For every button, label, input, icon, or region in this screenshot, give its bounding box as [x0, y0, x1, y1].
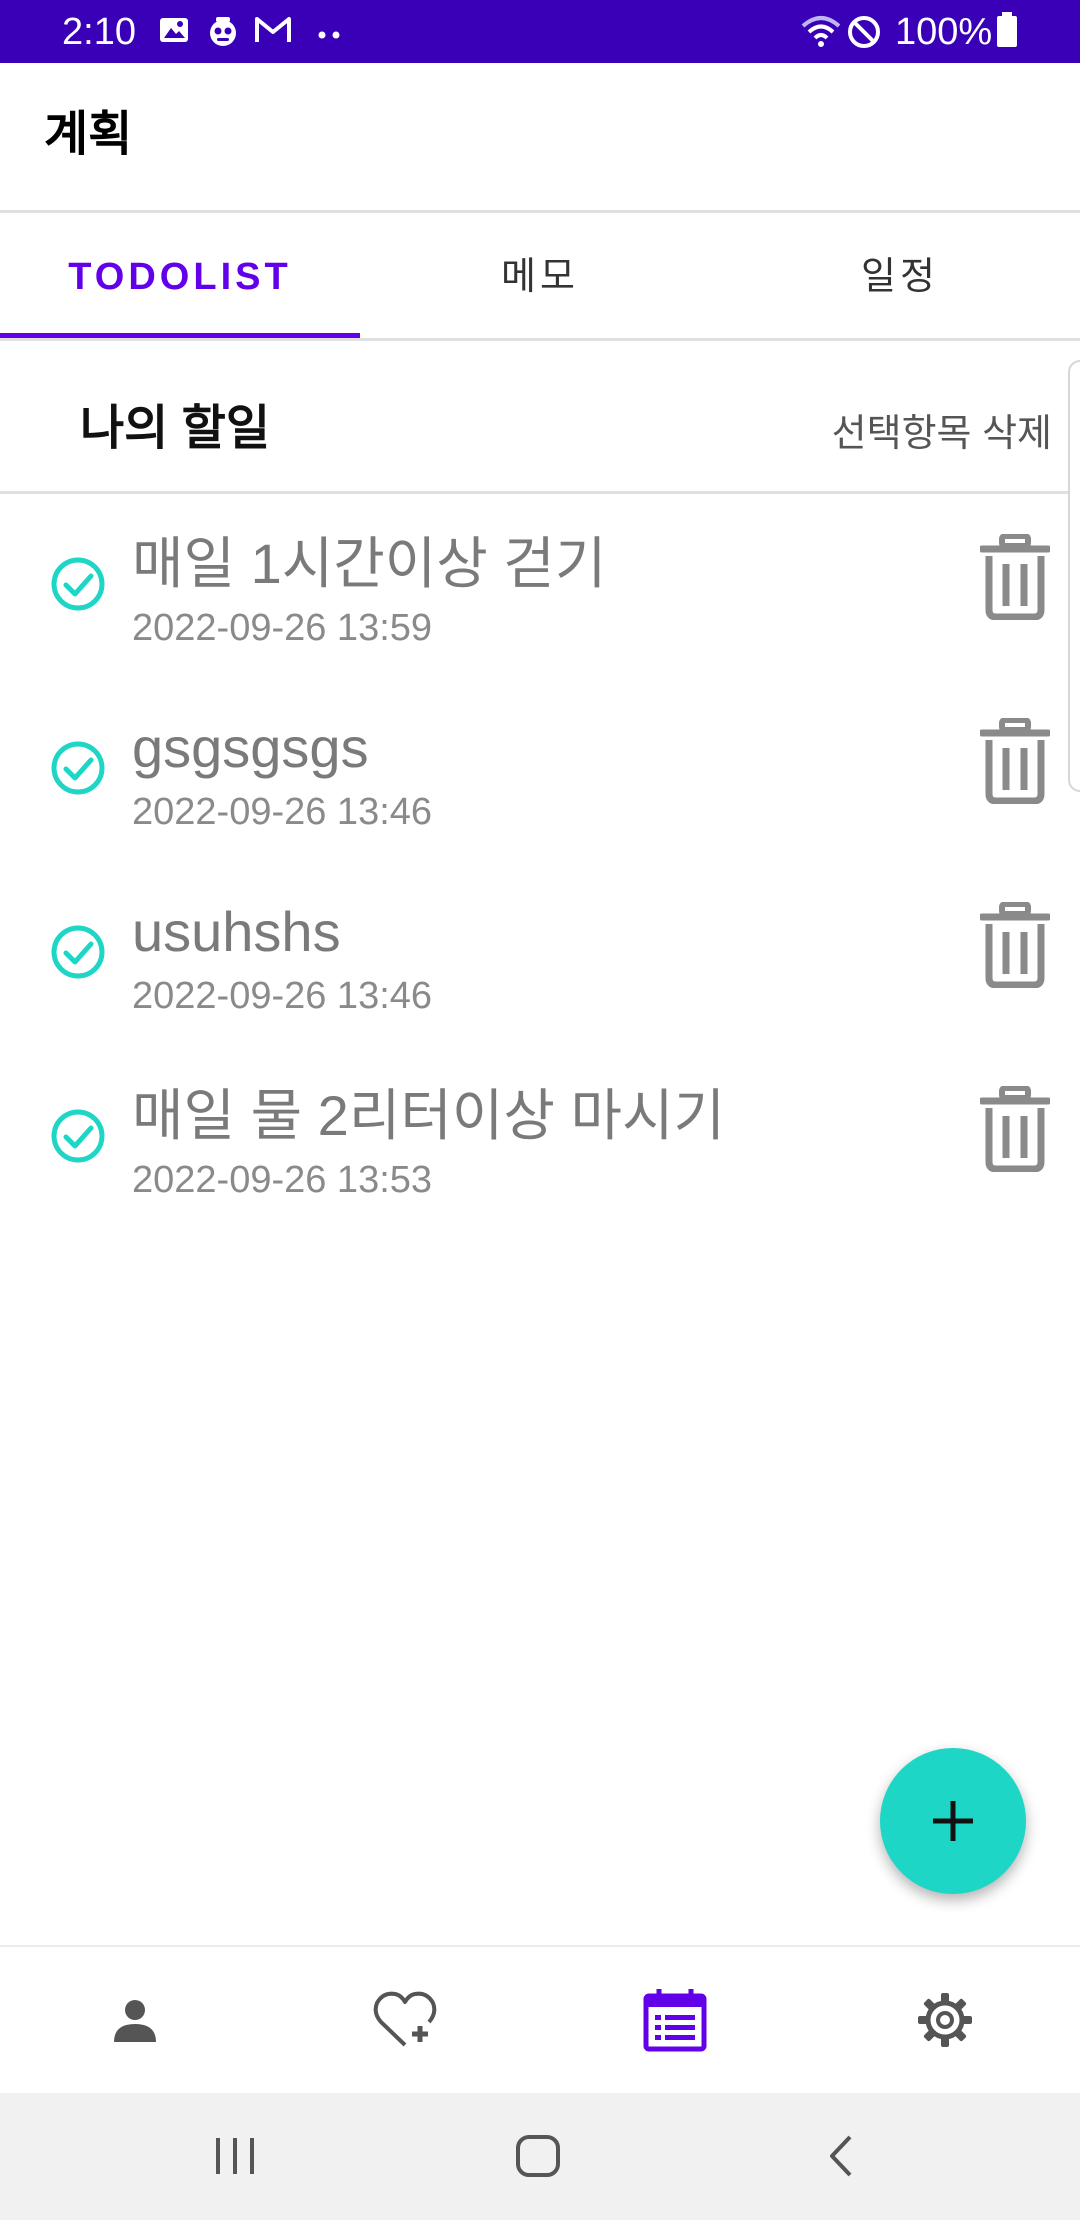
app-bar: 계획: [0, 63, 1080, 210]
todo-date: 2022-09-26 13:53: [132, 1159, 433, 1201]
gear-icon: [918, 1993, 972, 2047]
list-item[interactable]: 매일 1시간이상 걷기 2022-09-26 13:59: [0, 494, 1080, 678]
trash-icon[interactable]: [980, 902, 1050, 988]
page-title: 계획: [44, 108, 133, 161]
system-nav-bar: [0, 2093, 1080, 2220]
heart-plus-icon: [373, 1991, 437, 2047]
recent-apps-button[interactable]: [213, 2131, 257, 2186]
trash-icon[interactable]: [980, 1086, 1050, 1172]
check-circle-icon[interactable]: [50, 556, 106, 612]
nav-health[interactable]: [270, 1947, 540, 2093]
status-time: 2:10: [62, 11, 136, 53]
battery-icon: [996, 12, 1018, 53]
list-item[interactable]: 매일 물 2리터이상 마시기 2022-09-26 13:53: [0, 1046, 1080, 1230]
list-item[interactable]: usuhshs 2022-09-26 13:46: [0, 862, 1080, 1046]
nav-plan[interactable]: [540, 1947, 810, 2093]
todo-title: usuhshs: [132, 900, 341, 963]
tab-todolist[interactable]: TODOLIST: [0, 213, 360, 338]
do-not-disturb-icon: [846, 14, 882, 55]
todo-title: 매일 물 2리터이상 마시기: [132, 1084, 726, 1147]
delete-selected-button[interactable]: 선택항목 삭제: [832, 411, 1052, 457]
todo-date: 2022-09-26 13:59: [132, 607, 433, 649]
nav-settings[interactable]: [810, 1947, 1080, 2093]
todo-title: 매일 1시간이상 걷기: [132, 532, 607, 595]
back-button[interactable]: [822, 2131, 862, 2186]
section-header: 나의 할일 선택항목 삭제: [0, 341, 1080, 491]
tab-schedule[interactable]: 일정: [720, 213, 1080, 338]
check-circle-icon[interactable]: [50, 740, 106, 796]
back-icon: [830, 2135, 852, 2177]
todo-date: 2022-09-26 13:46: [132, 975, 433, 1017]
app-face-icon: [206, 14, 240, 53]
recent-apps-icon: [216, 2138, 254, 2174]
add-todo-button[interactable]: [880, 1748, 1026, 1894]
nav-profile[interactable]: [0, 1947, 270, 2093]
check-circle-icon[interactable]: [50, 924, 106, 980]
person-icon: [114, 2000, 156, 2042]
plus-icon: [933, 1801, 973, 1841]
gallery-icon: [158, 14, 190, 51]
calendar-list-icon: [643, 1989, 707, 2052]
list-item[interactable]: gsgsgsgs 2022-09-26 13:46: [0, 678, 1080, 862]
trash-icon[interactable]: [980, 718, 1050, 804]
gmail-icon: [254, 14, 292, 51]
status-bar: 2:10 100%: [0, 0, 1080, 63]
trash-icon[interactable]: [980, 534, 1050, 620]
todo-date: 2022-09-26 13:46: [132, 791, 433, 833]
todo-title: gsgsgsgs: [132, 716, 369, 779]
check-circle-icon[interactable]: [50, 1108, 106, 1164]
wifi-icon: [800, 14, 842, 53]
more-dots-icon: [318, 26, 342, 44]
home-button[interactable]: [514, 2131, 562, 2186]
home-icon: [516, 2135, 560, 2177]
tab-bar: TODOLIST 메모 일정: [0, 213, 1080, 338]
tab-memo[interactable]: 메모: [360, 213, 720, 338]
bottom-nav: [0, 1947, 1080, 2093]
battery-percentage: 100%: [895, 11, 993, 53]
section-title: 나의 할일: [80, 402, 270, 455]
